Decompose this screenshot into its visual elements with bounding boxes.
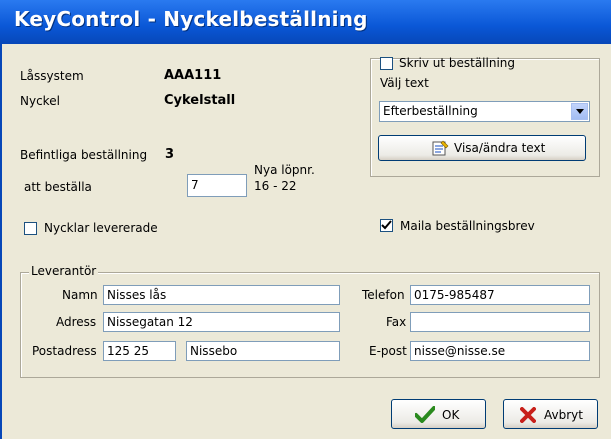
skriv-ut-label: Skriv ut beställning bbox=[399, 56, 516, 70]
checkmark-icon bbox=[414, 406, 436, 426]
postnummer-input[interactable]: 125 25 bbox=[103, 341, 176, 361]
visa-andra-label: Visa/ändra text bbox=[454, 141, 546, 155]
cancel-button[interactable]: Avbryt bbox=[503, 399, 598, 429]
epost-label: E-post bbox=[369, 344, 407, 358]
ok-button[interactable]: OK bbox=[391, 399, 486, 429]
nycklar-levererade-label: Nycklar levererade bbox=[44, 221, 158, 235]
telefon-input[interactable]: 0175-985487 bbox=[410, 285, 590, 305]
postadress-label: Postadress bbox=[32, 344, 97, 358]
title-bar: KeyControl - Nyckelbeställning bbox=[0, 0, 611, 44]
att-bestalla-input[interactable]: 7 bbox=[187, 174, 247, 197]
leverantor-legend: Leverantör bbox=[29, 264, 99, 278]
befintliga-value: 3 bbox=[165, 147, 175, 162]
fax-input[interactable] bbox=[410, 312, 590, 332]
ort-input[interactable]: Nissebo bbox=[186, 341, 340, 361]
skriv-ut-checkbox[interactable] bbox=[380, 57, 393, 70]
text-select[interactable]: Efterbeställning bbox=[379, 101, 590, 122]
adress-input[interactable]: Nissegatan 12 bbox=[103, 312, 340, 332]
visa-andra-text-button[interactable]: Visa/ändra text bbox=[378, 135, 586, 161]
nya-lopnr-label: Nya löpnr. bbox=[254, 163, 315, 177]
fax-label: Fax bbox=[386, 315, 407, 329]
nyckel-label: Nyckel bbox=[20, 94, 60, 108]
text-select-value: Efterbeställning bbox=[383, 104, 478, 118]
lassystem-label: Låssystem bbox=[20, 69, 84, 83]
edit-text-icon bbox=[432, 140, 450, 159]
telefon-label: Telefon bbox=[362, 288, 405, 302]
chevron-down-icon[interactable] bbox=[571, 103, 588, 120]
window-title: KeyControl - Nyckelbeställning bbox=[14, 7, 368, 31]
maila-label: Maila beställningsbrev bbox=[400, 219, 535, 233]
nyckel-value: Cykelstall bbox=[164, 93, 236, 108]
dialog-body: Låssystem AAA111 Nyckel Cykelstall Befin… bbox=[0, 44, 611, 439]
epost-input[interactable]: nisse@nisse.se bbox=[410, 341, 590, 361]
att-bestalla-label: att beställa bbox=[24, 180, 92, 194]
namn-input[interactable]: Nisses lås bbox=[103, 285, 340, 305]
lassystem-value: AAA111 bbox=[164, 68, 222, 83]
cancel-label: Avbryt bbox=[544, 408, 583, 422]
maila-checkbox[interactable] bbox=[380, 219, 393, 232]
valj-text-label: Välj text bbox=[380, 76, 429, 90]
namn-label: Namn bbox=[62, 288, 98, 302]
x-icon bbox=[520, 407, 536, 426]
nya-lopnr-value: 16 - 22 bbox=[254, 179, 297, 193]
nycklar-levererade-checkbox[interactable] bbox=[24, 222, 37, 235]
befintliga-label: Befintliga beställning bbox=[20, 148, 148, 162]
adress-label: Adress bbox=[56, 315, 97, 329]
ok-label: OK bbox=[442, 408, 460, 422]
